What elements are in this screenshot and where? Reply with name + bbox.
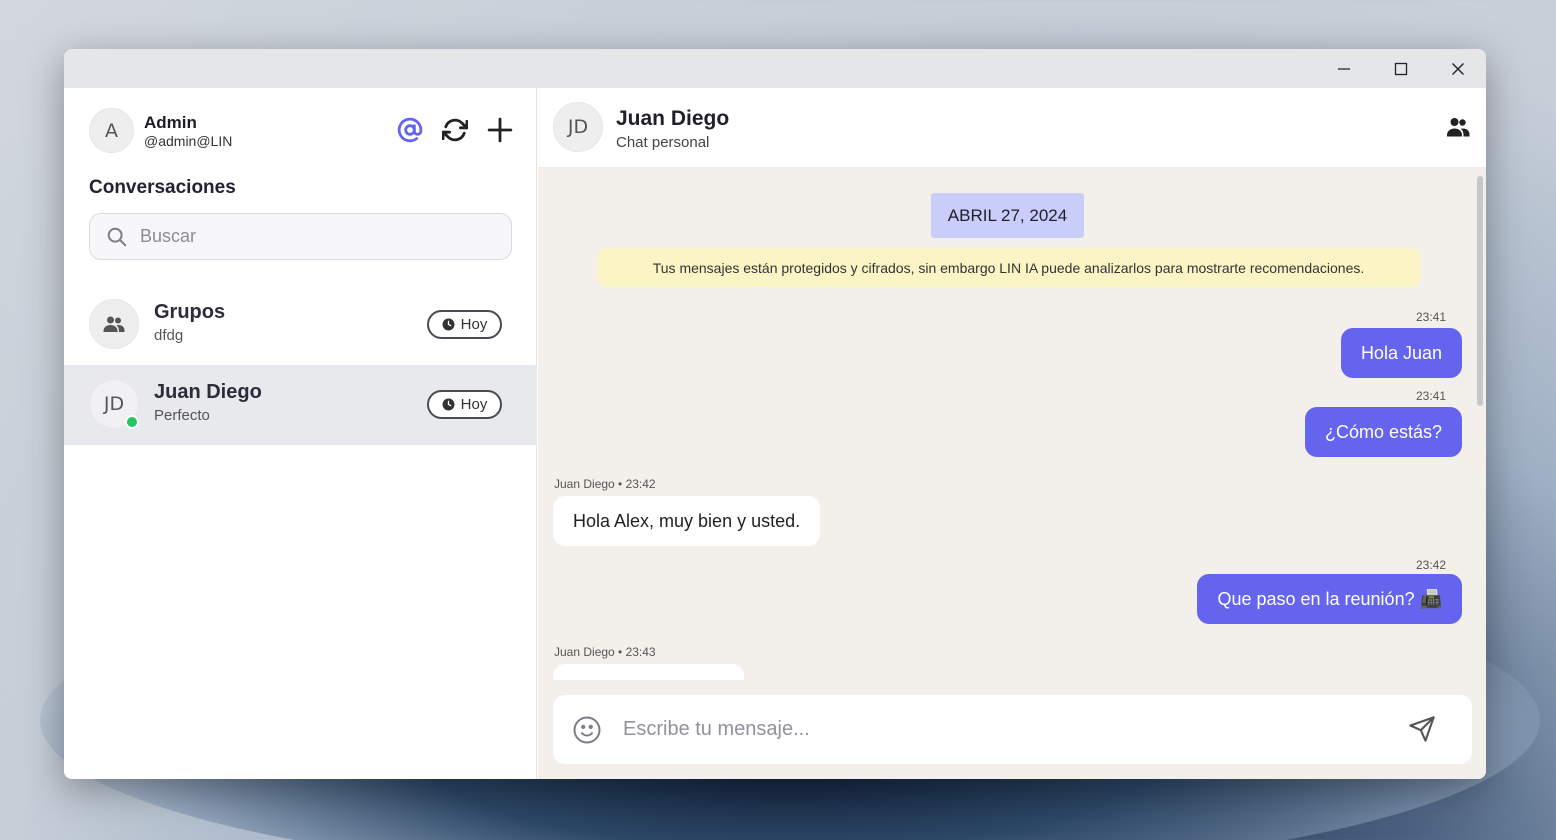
- chat-pane: JD Juan Diego Chat personal ABRIL 27, 20…: [538, 88, 1486, 779]
- message-time: 23:41: [1415, 389, 1446, 403]
- message-input[interactable]: [623, 707, 1383, 752]
- chat-avatar-initials: JD: [567, 116, 589, 138]
- search-icon: [107, 227, 127, 247]
- user-handle: @admin@LIN: [144, 133, 233, 149]
- chat-title: Juan Diego: [616, 107, 730, 130]
- clock-icon: [442, 318, 455, 331]
- message-bubble-incoming[interactable]: [553, 664, 744, 680]
- minimize-icon: [1337, 67, 1350, 70]
- time-badge: Hoy: [427, 310, 502, 339]
- chat-subtitle: Chat personal: [616, 134, 710, 151]
- user-avatar[interactable]: A: [89, 108, 134, 153]
- time-badge-label: Hoy: [460, 316, 488, 333]
- send-icon: [1409, 716, 1435, 742]
- encryption-notice: Tus mensajes están protegidos y cifrados…: [597, 248, 1420, 287]
- message-time: 23:41: [1415, 310, 1446, 324]
- contact-avatar-initials: JD: [103, 393, 125, 415]
- search-input[interactable]: [140, 214, 500, 259]
- conversation-preview: Perfecto: [154, 407, 210, 424]
- conversation-preview: dfdg: [154, 327, 184, 344]
- message-bubble-incoming[interactable]: Hola Alex, muy bien y usted.: [553, 496, 821, 546]
- maximize-button[interactable]: [1372, 49, 1429, 88]
- plus-icon: [487, 117, 513, 143]
- message-list[interactable]: ABRIL 27, 2024 Tus mensajes están proteg…: [538, 168, 1486, 680]
- online-status-dot: [125, 415, 139, 429]
- conversations-heading: Conversaciones: [89, 177, 236, 198]
- conversation-name: Juan Diego: [154, 381, 262, 403]
- close-icon: [1451, 62, 1464, 75]
- refresh-button[interactable]: [440, 115, 470, 145]
- members-icon: [1447, 118, 1470, 137]
- search-box: [89, 213, 512, 260]
- message-bubble-outgoing[interactable]: Hola Juan: [1340, 328, 1462, 378]
- message-sender-time: Juan Diego • 23:43: [554, 645, 656, 659]
- conversation-item-juan-diego[interactable]: JD Juan Diego Perfecto Hoy: [64, 365, 537, 445]
- time-badge: Hoy: [427, 390, 502, 419]
- user-name: Admin: [144, 113, 197, 132]
- chat-avatar[interactable]: JD: [553, 102, 603, 152]
- emoji-button[interactable]: [572, 715, 602, 745]
- message-bubble-outgoing[interactable]: Que paso en la reunión? 📠: [1197, 574, 1462, 624]
- title-bar: [64, 49, 1486, 88]
- chat-header: JD Juan Diego Chat personal: [538, 88, 1486, 168]
- message-bubble-outgoing[interactable]: ¿Cómo estás?: [1304, 407, 1462, 457]
- mentions-button[interactable]: [395, 115, 425, 145]
- message-composer: [553, 695, 1472, 764]
- app-window: A Admin @admin@LIN Conversaciones Grupos…: [64, 49, 1486, 779]
- time-badge-label: Hoy: [460, 396, 488, 413]
- emoji-icon: [573, 716, 601, 744]
- group-icon: [103, 316, 125, 332]
- refresh-icon: [442, 118, 468, 142]
- chat-scrollbar[interactable]: [1477, 176, 1483, 406]
- new-conversation-button[interactable]: [485, 115, 515, 145]
- message-sender-time: Juan Diego • 23:42: [554, 477, 656, 491]
- send-button[interactable]: [1408, 715, 1438, 745]
- conversation-name: Grupos: [154, 301, 226, 323]
- members-button[interactable]: [1446, 116, 1476, 140]
- message-time: 23:42: [1415, 558, 1446, 572]
- user-avatar-initial: A: [105, 119, 118, 142]
- conversation-item-grupos[interactable]: Grupos dfdg Hoy: [64, 285, 537, 365]
- close-button[interactable]: [1429, 49, 1486, 88]
- minimize-button[interactable]: [1315, 49, 1372, 88]
- date-chip: ABRIL 27, 2024: [931, 193, 1084, 238]
- maximize-icon: [1394, 62, 1407, 75]
- group-avatar: [89, 299, 139, 349]
- clock-icon: [442, 398, 455, 411]
- sidebar: A Admin @admin@LIN Conversaciones Grupos…: [64, 88, 537, 779]
- at-sign-icon: [397, 117, 423, 143]
